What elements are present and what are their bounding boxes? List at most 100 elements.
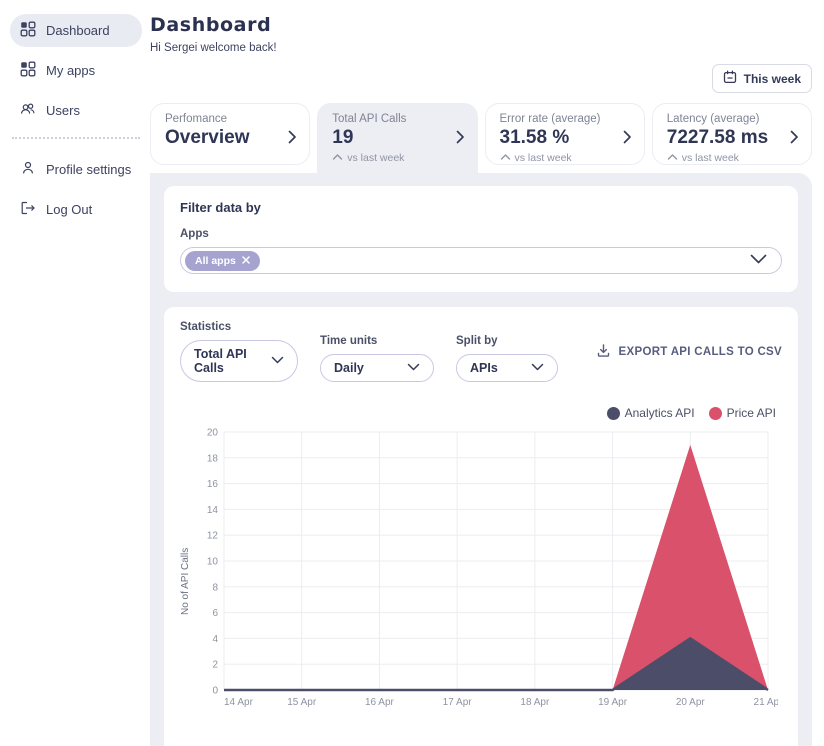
legend-item-price-api: Price API <box>708 406 776 420</box>
chevron-right-icon <box>623 130 632 149</box>
sidebar: Dashboard My apps Users Profile settings… <box>0 0 150 746</box>
card-label: Latency (average) <box>666 113 760 125</box>
stat-cards-row: Perfomance Overview Total API Calls 19 v… <box>150 103 812 173</box>
svg-text:20 Apr: 20 Apr <box>676 697 706 708</box>
this-week-label: This week <box>743 71 801 86</box>
users-icon <box>20 101 36 120</box>
all-apps-chip[interactable]: All apps <box>185 250 260 271</box>
card-performance-overview[interactable]: Perfomance Overview <box>150 103 311 165</box>
download-icon <box>596 343 611 361</box>
chart-controls: Statistics Total API Calls Time units Da… <box>180 321 782 382</box>
main-content: Dashboard Hi Sergei welcome back! This w… <box>150 0 824 746</box>
page-title: Dashboard <box>150 14 272 36</box>
apps-select[interactable]: All apps <box>180 247 782 274</box>
card-label: Perfomance <box>165 113 228 125</box>
legend-dot <box>708 406 722 420</box>
svg-text:12: 12 <box>207 531 219 542</box>
close-icon[interactable] <box>242 255 250 267</box>
card-total-api-calls[interactable]: Total API Calls 19 vs last week <box>317 103 478 173</box>
svg-text:14 Apr: 14 Apr <box>224 697 254 708</box>
card-value: 19 <box>332 127 354 148</box>
caret-up-icon <box>332 152 343 164</box>
sidebar-item-log-out[interactable]: Log Out <box>10 193 142 226</box>
card-compare: vs last week <box>667 152 781 164</box>
card-error-rate[interactable]: Error rate (average) 31.58 % vs last wee… <box>484 103 645 165</box>
card-latency[interactable]: Latency (average) 7227.58 ms vs last wee… <box>651 103 812 165</box>
chevron-right-icon <box>790 130 799 149</box>
dashboard-panel: Filter data by Apps All apps Statistics <box>150 173 812 746</box>
svg-text:15 Apr: 15 Apr <box>287 697 317 708</box>
area-chart-svg: 0 2 4 6 8 10 12 14 16 18 20 14 Apr 15 Apr 16 Apr 17 Ap… <box>207 428 778 709</box>
time-units-value: Daily <box>334 361 364 375</box>
this-week-button[interactable]: This week <box>711 64 812 93</box>
split-by-value: APIs <box>470 361 498 375</box>
svg-text:18: 18 <box>207 453 219 464</box>
statistics-control: Statistics Total API Calls <box>180 321 298 382</box>
card-label: Error rate (average) <box>499 113 601 125</box>
sidebar-item-profile-settings[interactable]: Profile settings <box>10 153 142 186</box>
sidebar-item-dashboard[interactable]: Dashboard <box>10 14 142 47</box>
sidebar-item-label: Dashboard <box>46 23 110 38</box>
apps-label: Apps <box>180 228 209 240</box>
sidebar-item-label: Profile settings <box>46 162 132 177</box>
legend-item-analytics-api: Analytics API <box>606 406 695 420</box>
chevron-down-icon <box>407 361 420 375</box>
chevron-down-icon <box>531 361 544 375</box>
sidebar-divider <box>12 137 140 139</box>
time-units-dropdown[interactable]: Daily <box>320 354 434 382</box>
card-value: 31.58 % <box>499 127 570 148</box>
svg-text:6: 6 <box>212 608 218 619</box>
filter-title: Filter data by <box>180 200 261 215</box>
legend-dot <box>606 406 620 420</box>
y-axis-label: No of API Calls <box>180 547 191 615</box>
compare-label: vs last week <box>347 152 405 164</box>
svg-text:18 Apr: 18 Apr <box>520 697 550 708</box>
chip-label: All apps <box>195 254 236 267</box>
sidebar-item-label: Users <box>46 103 80 118</box>
sidebar-item-my-apps[interactable]: My apps <box>10 54 142 87</box>
export-csv-label: EXPORT API CALLS TO CSV <box>618 345 782 358</box>
svg-text:2: 2 <box>212 660 218 671</box>
split-by-label: Split by <box>456 335 498 347</box>
svg-text:10: 10 <box>207 557 219 568</box>
sidebar-item-label: Log Out <box>46 202 93 217</box>
time-units-control: Time units Daily <box>320 335 434 382</box>
svg-text:16: 16 <box>207 479 219 490</box>
caret-up-icon <box>667 152 678 164</box>
time-units-label: Time units <box>320 335 378 347</box>
logout-icon <box>20 200 36 219</box>
filter-card: Filter data by Apps All apps <box>164 186 798 292</box>
svg-text:16 Apr: 16 Apr <box>365 697 395 708</box>
compare-label: vs last week <box>681 152 739 164</box>
svg-text:19 Apr: 19 Apr <box>598 697 628 708</box>
grid-icon <box>20 21 36 40</box>
split-by-dropdown[interactable]: APIs <box>456 354 558 382</box>
card-value: Overview <box>165 127 250 148</box>
card-compare: vs last week <box>500 152 614 164</box>
chevron-right-icon <box>288 130 297 149</box>
card-value: 7227.58 ms <box>666 127 769 148</box>
split-by-control: Split by APIs <box>456 335 558 382</box>
statistics-dropdown[interactable]: Total API Calls <box>180 340 298 382</box>
chevron-down-icon <box>271 354 284 368</box>
chevron-right-icon <box>456 130 465 149</box>
card-compare: vs last week <box>332 152 446 164</box>
svg-text:8: 8 <box>212 582 218 593</box>
export-csv-button[interactable]: EXPORT API CALLS TO CSV <box>596 343 782 361</box>
compare-label: vs last week <box>514 152 572 164</box>
calendar-icon <box>723 70 737 87</box>
svg-text:4: 4 <box>212 634 218 645</box>
api-calls-chart: No of API Calls 0 2 4 6 8 10 12 14 16 18 20 14 Apr 1… <box>180 424 782 716</box>
legend-label: Price API <box>726 406 776 420</box>
svg-text:21 Apr: 21 Apr <box>754 697 778 708</box>
svg-text:17 Apr: 17 Apr <box>443 697 473 708</box>
period-row: This week <box>150 64 812 93</box>
chevron-down-icon <box>750 252 767 270</box>
app-window: Dashboard My apps Users Profile settings… <box>0 0 824 746</box>
sidebar-item-users[interactable]: Users <box>10 94 142 127</box>
chart-legend: Analytics API Price API <box>180 406 776 420</box>
statistics-label: Statistics <box>180 321 232 333</box>
sidebar-item-label: My apps <box>46 63 96 78</box>
statistics-card: Statistics Total API Calls Time units Da… <box>164 307 798 746</box>
svg-text:0: 0 <box>212 686 218 697</box>
